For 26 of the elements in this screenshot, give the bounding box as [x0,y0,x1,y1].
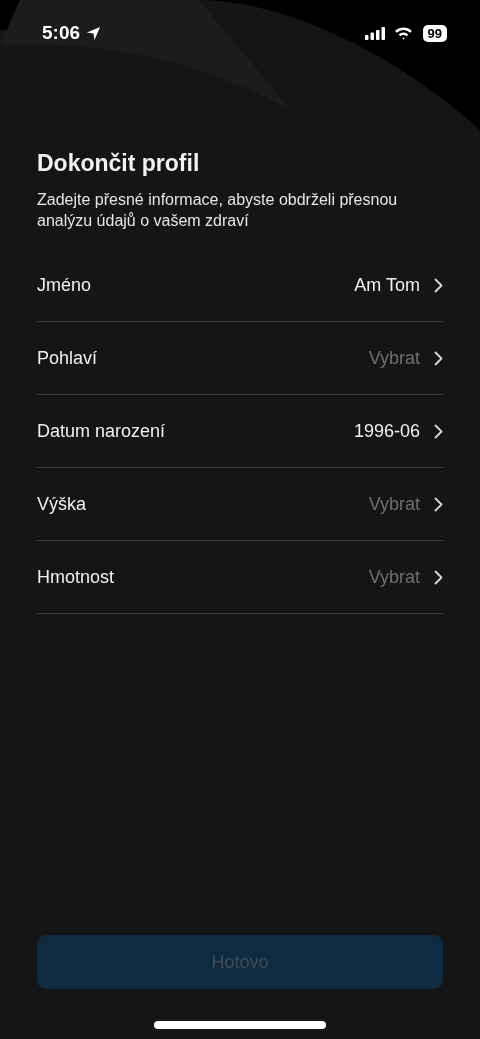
field-placeholder: Vybrat [368,347,420,369]
profile-field-row[interactable]: Hmotnost Vybrat [37,541,443,614]
signal-icon [363,26,386,40]
chevron-right-icon [434,569,443,585]
location-arrow-icon [86,25,102,41]
field-placeholder: Vybrat [368,566,420,588]
field-placeholder: Vybrat [368,493,420,515]
profile-field-row[interactable]: Výška Vybrat [37,468,443,541]
chevron-right-icon [434,496,443,512]
profile-field-row[interactable]: Pohlaví Vybrat [37,322,443,395]
profile-field-row[interactable]: Jméno Am Tom [37,249,443,322]
field-label: Pohlaví [37,347,98,369]
field-label: Výška [37,493,87,515]
field-label: Jméno [37,274,92,296]
chevron-right-icon [434,277,443,293]
wifi-icon [393,26,413,40]
chevron-right-icon [434,423,443,439]
field-label: Datum narození [37,420,166,442]
status-time: 5:06 [42,22,81,44]
page-subtitle: Zadejte přesné informace, abyste obdrželi přesnou analýzu údajů o vašem zdraví [37,190,399,231]
field-value: Am Tom [354,274,420,296]
profile-field-row[interactable]: Datum narození 1996-06 [37,395,443,468]
chevron-right-icon [434,350,443,366]
page-title: Dokončit profil [37,150,201,177]
field-value: 1996-06 [353,420,420,442]
field-label: Hmotnost [37,566,115,588]
